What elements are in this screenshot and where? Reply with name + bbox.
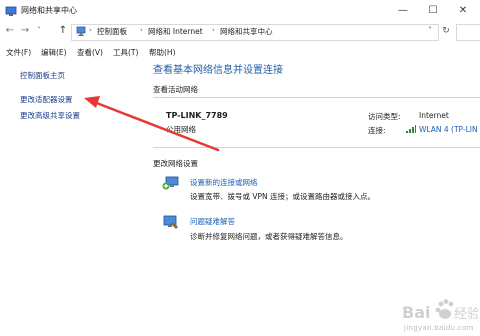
- menu-view[interactable]: 查看(V): [77, 47, 103, 58]
- sidebar-item-advanced-sharing-settings[interactable]: 更改高级共享设置: [20, 110, 80, 121]
- address-dropdown-button[interactable]: ˅: [428, 26, 432, 35]
- section-divider: [153, 97, 480, 98]
- setup-new-connection-link[interactable]: 设置新的连接或网络: [190, 177, 258, 188]
- back-button[interactable]: ←: [4, 24, 16, 38]
- menu-help[interactable]: 帮助(H): [149, 47, 176, 58]
- troubleshoot-icon: [163, 215, 178, 229]
- page-title: 查看基本网络信息并设置连接: [153, 65, 283, 76]
- breadcrumb-separator: ›: [89, 26, 92, 34]
- breadcrumb-control-panel[interactable]: 控制面板: [97, 26, 127, 37]
- annotation-arrow: [84, 96, 220, 152]
- troubleshoot-problems-link[interactable]: 问题疑难解答: [190, 216, 235, 227]
- breadcrumb-network-sharing-center[interactable]: 网络和共享中心: [220, 26, 273, 37]
- search-input[interactable]: [456, 24, 480, 41]
- sidebar-item-change-adapter-settings[interactable]: 更改适配器设置: [20, 94, 73, 105]
- access-type-value: Internet: [419, 111, 449, 120]
- control-panel-icon: [76, 26, 86, 36]
- recent-locations-button[interactable]: ˅: [33, 24, 45, 38]
- refresh-button[interactable]: ↻: [440, 24, 452, 39]
- change-settings-heading: 更改网络设置: [153, 159, 198, 168]
- maximize-button[interactable]: ☐: [418, 0, 448, 22]
- up-button[interactable]: ↑: [57, 24, 69, 38]
- network-name: TP-LINK_7789: [166, 111, 228, 120]
- connection-label: 连接:: [368, 126, 386, 135]
- section-divider: [153, 147, 480, 148]
- menu-tools[interactable]: 工具(T): [113, 47, 138, 58]
- svg-text:经验: 经验: [454, 306, 478, 322]
- breadcrumb-separator: ›: [212, 26, 215, 34]
- setup-new-connection-description: 设置宽带、拨号或 VPN 连接；或设置路由器或接入点。: [190, 192, 376, 201]
- menu-file[interactable]: 文件(F): [6, 47, 31, 58]
- svg-text:Bai: Bai: [402, 303, 430, 322]
- menu-edit[interactable]: 编辑(E): [41, 47, 67, 58]
- new-connection-icon: [162, 176, 179, 190]
- troubleshoot-problems-description: 诊断并修复网络问题，或者获得疑难解答信息。: [190, 232, 348, 241]
- breadcrumb-separator: ›: [140, 26, 143, 34]
- minimize-button[interactable]: —: [388, 0, 418, 22]
- connection-link[interactable]: WLAN 4 (TP-LIN: [419, 125, 478, 134]
- access-type-label: 访问类型:: [368, 112, 401, 121]
- wifi-signal-icon: [406, 125, 416, 133]
- watermark-url: jingyan.baidu.com: [404, 324, 474, 332]
- breadcrumb-network-internet[interactable]: 网络和 Internet: [148, 26, 203, 37]
- close-button[interactable]: ✕: [448, 0, 478, 22]
- sidebar-item-control-panel-home[interactable]: 控制面板主页: [20, 70, 65, 81]
- network-center-icon: [5, 6, 17, 16]
- forward-button[interactable]: →: [19, 24, 31, 38]
- network-type-link[interactable]: 公用网络: [166, 124, 196, 135]
- active-networks-heading: 查看活动网络: [153, 85, 198, 94]
- window-title: 网络和共享中心: [21, 6, 77, 15]
